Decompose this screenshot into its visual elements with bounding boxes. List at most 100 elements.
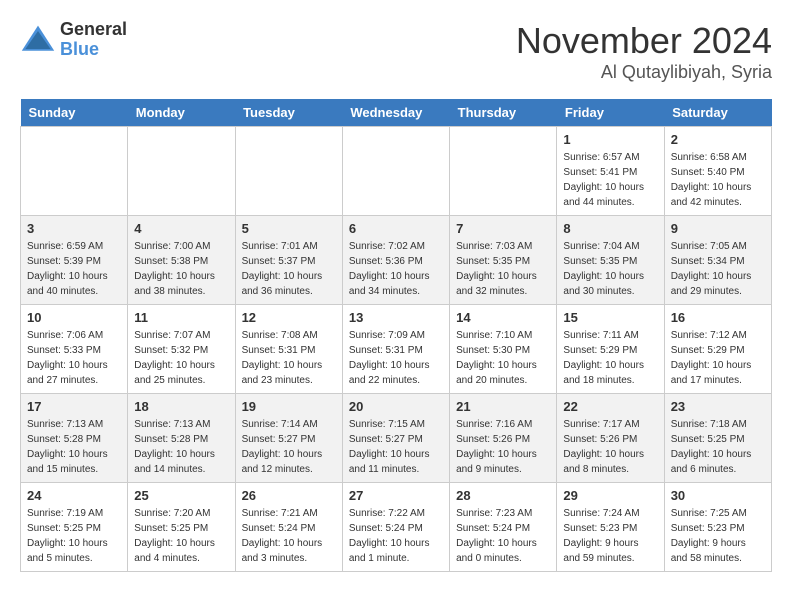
calendar-cell: 28 Sunrise: 7:23 AM Sunset: 5:24 PM Dayli… (450, 483, 557, 572)
calendar-cell: 6 Sunrise: 7:02 AM Sunset: 5:36 PM Daylig… (342, 216, 449, 305)
calendar-header: SundayMondayTuesdayWednesdayThursdayFrid… (21, 99, 772, 127)
calendar-cell: 19Sunrise: 7:14 AM Sunset: 5:27 PM Dayli… (235, 394, 342, 483)
calendar-cell (21, 127, 128, 216)
weekday-header-saturday: Saturday (664, 99, 771, 127)
day-number: 16 (671, 310, 765, 325)
calendar-cell: 7 Sunrise: 7:03 AM Sunset: 5:35 PM Daylig… (450, 216, 557, 305)
logo: General Blue (20, 20, 127, 60)
calendar-cell (342, 127, 449, 216)
weekday-header-thursday: Thursday (450, 99, 557, 127)
page-header: General Blue November 2024 Al Qutaylibiy… (20, 20, 772, 83)
day-number: 28 (456, 488, 550, 503)
calendar-cell: 9 Sunrise: 7:05 AM Sunset: 5:34 PM Daylig… (664, 216, 771, 305)
day-number: 6 (349, 221, 443, 236)
calendar-cell: 26Sunrise: 7:21 AM Sunset: 5:24 PM Dayli… (235, 483, 342, 572)
calendar-cell: 18 Sunrise: 7:13 AM Sunset: 5:28 PM Dayli… (128, 394, 235, 483)
day-info: Sunrise: 7:22 AM Sunset: 5:24 PM Dayligh… (349, 506, 443, 566)
calendar-cell (450, 127, 557, 216)
day-info: Sunrise: 7:15 AM Sunset: 5:27 PM Dayligh… (349, 417, 443, 477)
calendar-cell: 4 Sunrise: 7:00 AM Sunset: 5:38 PM Daylig… (128, 216, 235, 305)
logo-text: General Blue (60, 20, 127, 60)
weekday-header-tuesday: Tuesday (235, 99, 342, 127)
day-info: Sunrise: 7:13 AM Sunset: 5:28 PM Dayligh… (134, 417, 228, 477)
day-number: 24 (27, 488, 121, 503)
location-title: Al Qutaylibiyah, Syria (516, 62, 772, 83)
day-number: 7 (456, 221, 550, 236)
calendar-table: SundayMondayTuesdayWednesdayThursdayFrid… (20, 99, 772, 572)
day-number: 29 (563, 488, 657, 503)
calendar-cell: 11Sunrise: 7:07 AM Sunset: 5:32 PM Dayli… (128, 305, 235, 394)
day-number: 15 (563, 310, 657, 325)
day-number: 13 (349, 310, 443, 325)
day-number: 19 (242, 399, 336, 414)
calendar-cell: 23Sunrise: 7:18 AM Sunset: 5:25 PM Dayli… (664, 394, 771, 483)
calendar-cell (235, 127, 342, 216)
day-info: Sunrise: 7:03 AM Sunset: 5:35 PM Dayligh… (456, 239, 550, 299)
day-number: 2 (671, 132, 765, 147)
logo-blue: Blue (60, 40, 127, 60)
day-info: Sunrise: 7:24 AM Sunset: 5:23 PM Dayligh… (563, 506, 657, 566)
calendar-cell: 29 Sunrise: 7:24 AM Sunset: 5:23 PM Dayli… (557, 483, 664, 572)
weekday-header-monday: Monday (128, 99, 235, 127)
calendar-cell: 10 Sunrise: 7:06 AM Sunset: 5:33 PM Dayli… (21, 305, 128, 394)
weekday-header-wednesday: Wednesday (342, 99, 449, 127)
calendar-cell: 1 Sunrise: 6:57 AM Sunset: 5:41 PM Daylig… (557, 127, 664, 216)
day-info: Sunrise: 7:25 AM Sunset: 5:23 PM Dayligh… (671, 506, 765, 566)
calendar-cell: 22 Sunrise: 7:17 AM Sunset: 5:26 PM Dayli… (557, 394, 664, 483)
calendar-week-1: 1 Sunrise: 6:57 AM Sunset: 5:41 PM Daylig… (21, 127, 772, 216)
day-number: 9 (671, 221, 765, 236)
day-info: Sunrise: 7:04 AM Sunset: 5:35 PM Dayligh… (563, 239, 657, 299)
calendar-cell: 13 Sunrise: 7:09 AM Sunset: 5:31 PM Dayli… (342, 305, 449, 394)
day-info: Sunrise: 7:09 AM Sunset: 5:31 PM Dayligh… (349, 328, 443, 388)
day-number: 4 (134, 221, 228, 236)
calendar-cell: 30 Sunrise: 7:25 AM Sunset: 5:23 PM Dayli… (664, 483, 771, 572)
day-info: Sunrise: 6:59 AM Sunset: 5:39 PM Dayligh… (27, 239, 121, 299)
day-number: 8 (563, 221, 657, 236)
day-number: 3 (27, 221, 121, 236)
day-info: Sunrise: 7:18 AM Sunset: 5:25 PM Dayligh… (671, 417, 765, 477)
day-info: Sunrise: 6:58 AM Sunset: 5:40 PM Dayligh… (671, 150, 765, 210)
calendar-week-5: 24Sunrise: 7:19 AM Sunset: 5:25 PM Dayli… (21, 483, 772, 572)
calendar-cell: 20 Sunrise: 7:15 AM Sunset: 5:27 PM Dayli… (342, 394, 449, 483)
day-info: Sunrise: 7:07 AM Sunset: 5:32 PM Dayligh… (134, 328, 228, 388)
day-info: Sunrise: 7:02 AM Sunset: 5:36 PM Dayligh… (349, 239, 443, 299)
day-info: Sunrise: 6:57 AM Sunset: 5:41 PM Dayligh… (563, 150, 657, 210)
calendar-cell: 16Sunrise: 7:12 AM Sunset: 5:29 PM Dayli… (664, 305, 771, 394)
logo-icon (20, 22, 56, 58)
day-info: Sunrise: 7:01 AM Sunset: 5:37 PM Dayligh… (242, 239, 336, 299)
calendar-cell: 17 Sunrise: 7:13 AM Sunset: 5:28 PM Dayli… (21, 394, 128, 483)
day-number: 12 (242, 310, 336, 325)
day-number: 17 (27, 399, 121, 414)
day-number: 20 (349, 399, 443, 414)
calendar-cell: 5Sunrise: 7:01 AM Sunset: 5:37 PM Daylig… (235, 216, 342, 305)
calendar-cell: 14Sunrise: 7:10 AM Sunset: 5:30 PM Dayli… (450, 305, 557, 394)
month-title: November 2024 (516, 20, 772, 62)
calendar-cell: 21Sunrise: 7:16 AM Sunset: 5:26 PM Dayli… (450, 394, 557, 483)
weekday-header-row: SundayMondayTuesdayWednesdayThursdayFrid… (21, 99, 772, 127)
day-number: 22 (563, 399, 657, 414)
calendar-cell: 12 Sunrise: 7:08 AM Sunset: 5:31 PM Dayli… (235, 305, 342, 394)
day-info: Sunrise: 7:10 AM Sunset: 5:30 PM Dayligh… (456, 328, 550, 388)
day-number: 10 (27, 310, 121, 325)
day-number: 27 (349, 488, 443, 503)
day-info: Sunrise: 7:08 AM Sunset: 5:31 PM Dayligh… (242, 328, 336, 388)
day-info: Sunrise: 7:06 AM Sunset: 5:33 PM Dayligh… (27, 328, 121, 388)
calendar-cell (128, 127, 235, 216)
day-number: 21 (456, 399, 550, 414)
calendar-cell: 3 Sunrise: 6:59 AM Sunset: 5:39 PM Daylig… (21, 216, 128, 305)
calendar-week-3: 10 Sunrise: 7:06 AM Sunset: 5:33 PM Dayli… (21, 305, 772, 394)
title-block: November 2024 Al Qutaylibiyah, Syria (516, 20, 772, 83)
day-info: Sunrise: 7:13 AM Sunset: 5:28 PM Dayligh… (27, 417, 121, 477)
day-info: Sunrise: 7:23 AM Sunset: 5:24 PM Dayligh… (456, 506, 550, 566)
day-info: Sunrise: 7:05 AM Sunset: 5:34 PM Dayligh… (671, 239, 765, 299)
day-info: Sunrise: 7:17 AM Sunset: 5:26 PM Dayligh… (563, 417, 657, 477)
day-info: Sunrise: 7:11 AM Sunset: 5:29 PM Dayligh… (563, 328, 657, 388)
day-info: Sunrise: 7:00 AM Sunset: 5:38 PM Dayligh… (134, 239, 228, 299)
calendar-cell: 8 Sunrise: 7:04 AM Sunset: 5:35 PM Daylig… (557, 216, 664, 305)
day-number: 18 (134, 399, 228, 414)
calendar-body: 1 Sunrise: 6:57 AM Sunset: 5:41 PM Daylig… (21, 127, 772, 572)
day-number: 1 (563, 132, 657, 147)
day-number: 30 (671, 488, 765, 503)
day-info: Sunrise: 7:20 AM Sunset: 5:25 PM Dayligh… (134, 506, 228, 566)
calendar-cell: 27 Sunrise: 7:22 AM Sunset: 5:24 PM Dayli… (342, 483, 449, 572)
